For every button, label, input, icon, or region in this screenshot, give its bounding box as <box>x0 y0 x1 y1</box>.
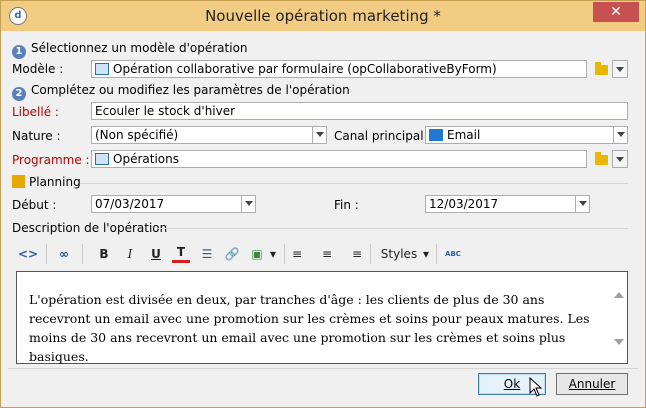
close-button[interactable]: ✕ <box>593 2 639 22</box>
nature-value: (Non spécifié) <box>95 128 179 142</box>
modele-dropdown-button[interactable] <box>612 60 628 78</box>
cancel-label: Annuler <box>568 377 616 391</box>
libelle-value: Ecouler le stock d'hiver <box>95 104 236 118</box>
step1-number-icon: 1 <box>12 45 26 59</box>
modele-label: Modèle : <box>12 62 64 76</box>
operation-icon <box>95 63 109 75</box>
text-color-icon[interactable]: T <box>172 244 190 263</box>
nature-select[interactable]: (Non spécifié) <box>91 126 327 144</box>
scroll-up-arrow[interactable] <box>614 292 624 298</box>
toolbar-separator <box>82 244 83 264</box>
programme-value: Opérations <box>113 152 179 166</box>
folder-icon[interactable] <box>595 152 608 165</box>
description-divider <box>158 228 628 229</box>
programme-dropdown-button[interactable] <box>612 150 628 168</box>
mouse-cursor-icon <box>529 377 543 397</box>
toolbar-separator <box>46 244 47 264</box>
libelle-input[interactable]: Ecouler le stock d'hiver <box>91 102 628 120</box>
source-code-icon[interactable]: <> <box>18 244 38 264</box>
dialog-body: 1 Sélectionnez un modèle d'opération Modè… <box>8 32 638 400</box>
nature-dropdown-arrow[interactable] <box>312 127 326 143</box>
canal-select[interactable]: Email <box>425 126 628 144</box>
step1-label: Sélectionnez un modèle d'opération <box>31 41 248 55</box>
footer-divider <box>8 368 638 369</box>
canal-label: Canal principal : <box>334 129 432 143</box>
image-dropdown-arrow[interactable]: ▾ <box>268 244 278 264</box>
ok-label: Ok <box>503 377 521 391</box>
title-bar[interactable]: d Nouvelle opération marketing * ✕ <box>1 1 645 31</box>
programme-label: Programme : <box>12 153 90 167</box>
description-text[interactable]: L'opération est divisée en deux, par tra… <box>29 290 595 366</box>
spellcheck-icon[interactable]: ABC <box>442 244 464 264</box>
canal-value: Email <box>447 128 481 142</box>
modele-field[interactable]: Opération collaborative par formulaire (… <box>91 60 587 78</box>
scroll-down-arrow[interactable] <box>614 339 624 345</box>
programme-icon <box>95 153 109 165</box>
styles-dropdown[interactable]: Styles <box>376 244 422 264</box>
debut-label: Début : <box>12 198 57 212</box>
debut-dropdown-arrow[interactable] <box>241 196 255 212</box>
image-icon[interactable]: ▣ <box>248 244 266 264</box>
align-center-icon[interactable]: ≡ <box>318 244 336 264</box>
toolbar-separator <box>436 244 437 264</box>
canal-dropdown-arrow[interactable] <box>613 127 627 143</box>
align-left-icon[interactable]: ≡ <box>292 244 310 264</box>
window-title: Nouvelle opération marketing * <box>205 7 441 25</box>
cancel-button[interactable]: Annuler <box>556 373 628 395</box>
underline-button[interactable]: U <box>148 244 164 264</box>
toolbar-separator <box>284 244 285 264</box>
folder-icon[interactable] <box>595 62 608 75</box>
programme-field[interactable]: Opérations <box>91 150 587 168</box>
italic-button[interactable]: I <box>122 244 138 264</box>
calendar-icon <box>12 175 25 188</box>
step2-heading: 2 Complétez ou modifiez les paramètres de… <box>12 83 350 101</box>
fin-label: Fin : <box>334 198 359 212</box>
editor-scrollbar[interactable] <box>610 272 627 363</box>
planning-divider <box>80 183 628 184</box>
fin-dropdown-arrow[interactable] <box>575 196 589 212</box>
fin-date-input[interactable]: 12/03/2017 <box>425 195 590 213</box>
list-icon[interactable]: ☰ <box>198 244 216 264</box>
nature-label: Nature : <box>12 129 61 143</box>
step2-label: Complétez ou modifiez les paramètres de … <box>31 83 350 97</box>
link-icon[interactable]: 🔗 <box>222 244 242 264</box>
dialog-window: d Nouvelle opération marketing * ✕ 1 Séle… <box>0 0 646 408</box>
libelle-label: Libellé : <box>12 105 59 119</box>
debut-value: 07/03/2017 <box>95 197 165 211</box>
description-editor[interactable]: L'opération est divisée en deux, par tra… <box>16 271 628 364</box>
description-label: Description de l'opération <box>12 221 168 235</box>
fin-value: 12/03/2017 <box>429 197 499 211</box>
planning-heading: Planning <box>12 175 81 189</box>
email-icon <box>429 129 443 141</box>
step1-heading: 1 Sélectionnez un modèle d'opération <box>12 41 248 59</box>
styles-dropdown-arrow[interactable]: ▾ <box>420 244 432 264</box>
bold-button[interactable]: B <box>96 244 112 264</box>
debut-date-input[interactable]: 07/03/2017 <box>91 195 256 213</box>
planning-label: Planning <box>29 175 81 189</box>
find-icon[interactable]: ∞ <box>54 244 74 264</box>
step2-number-icon: 2 <box>12 87 26 101</box>
toolbar-separator <box>370 244 371 264</box>
align-right-icon[interactable]: ≡ <box>344 244 362 264</box>
modele-value: Opération collaborative par formulaire (… <box>113 62 497 76</box>
editor-toolbar: <> ∞ B I U T ☰ 🔗 ▣ ▾ ≡ ≡ ≡ Styles ▾ ABC <box>16 241 628 267</box>
